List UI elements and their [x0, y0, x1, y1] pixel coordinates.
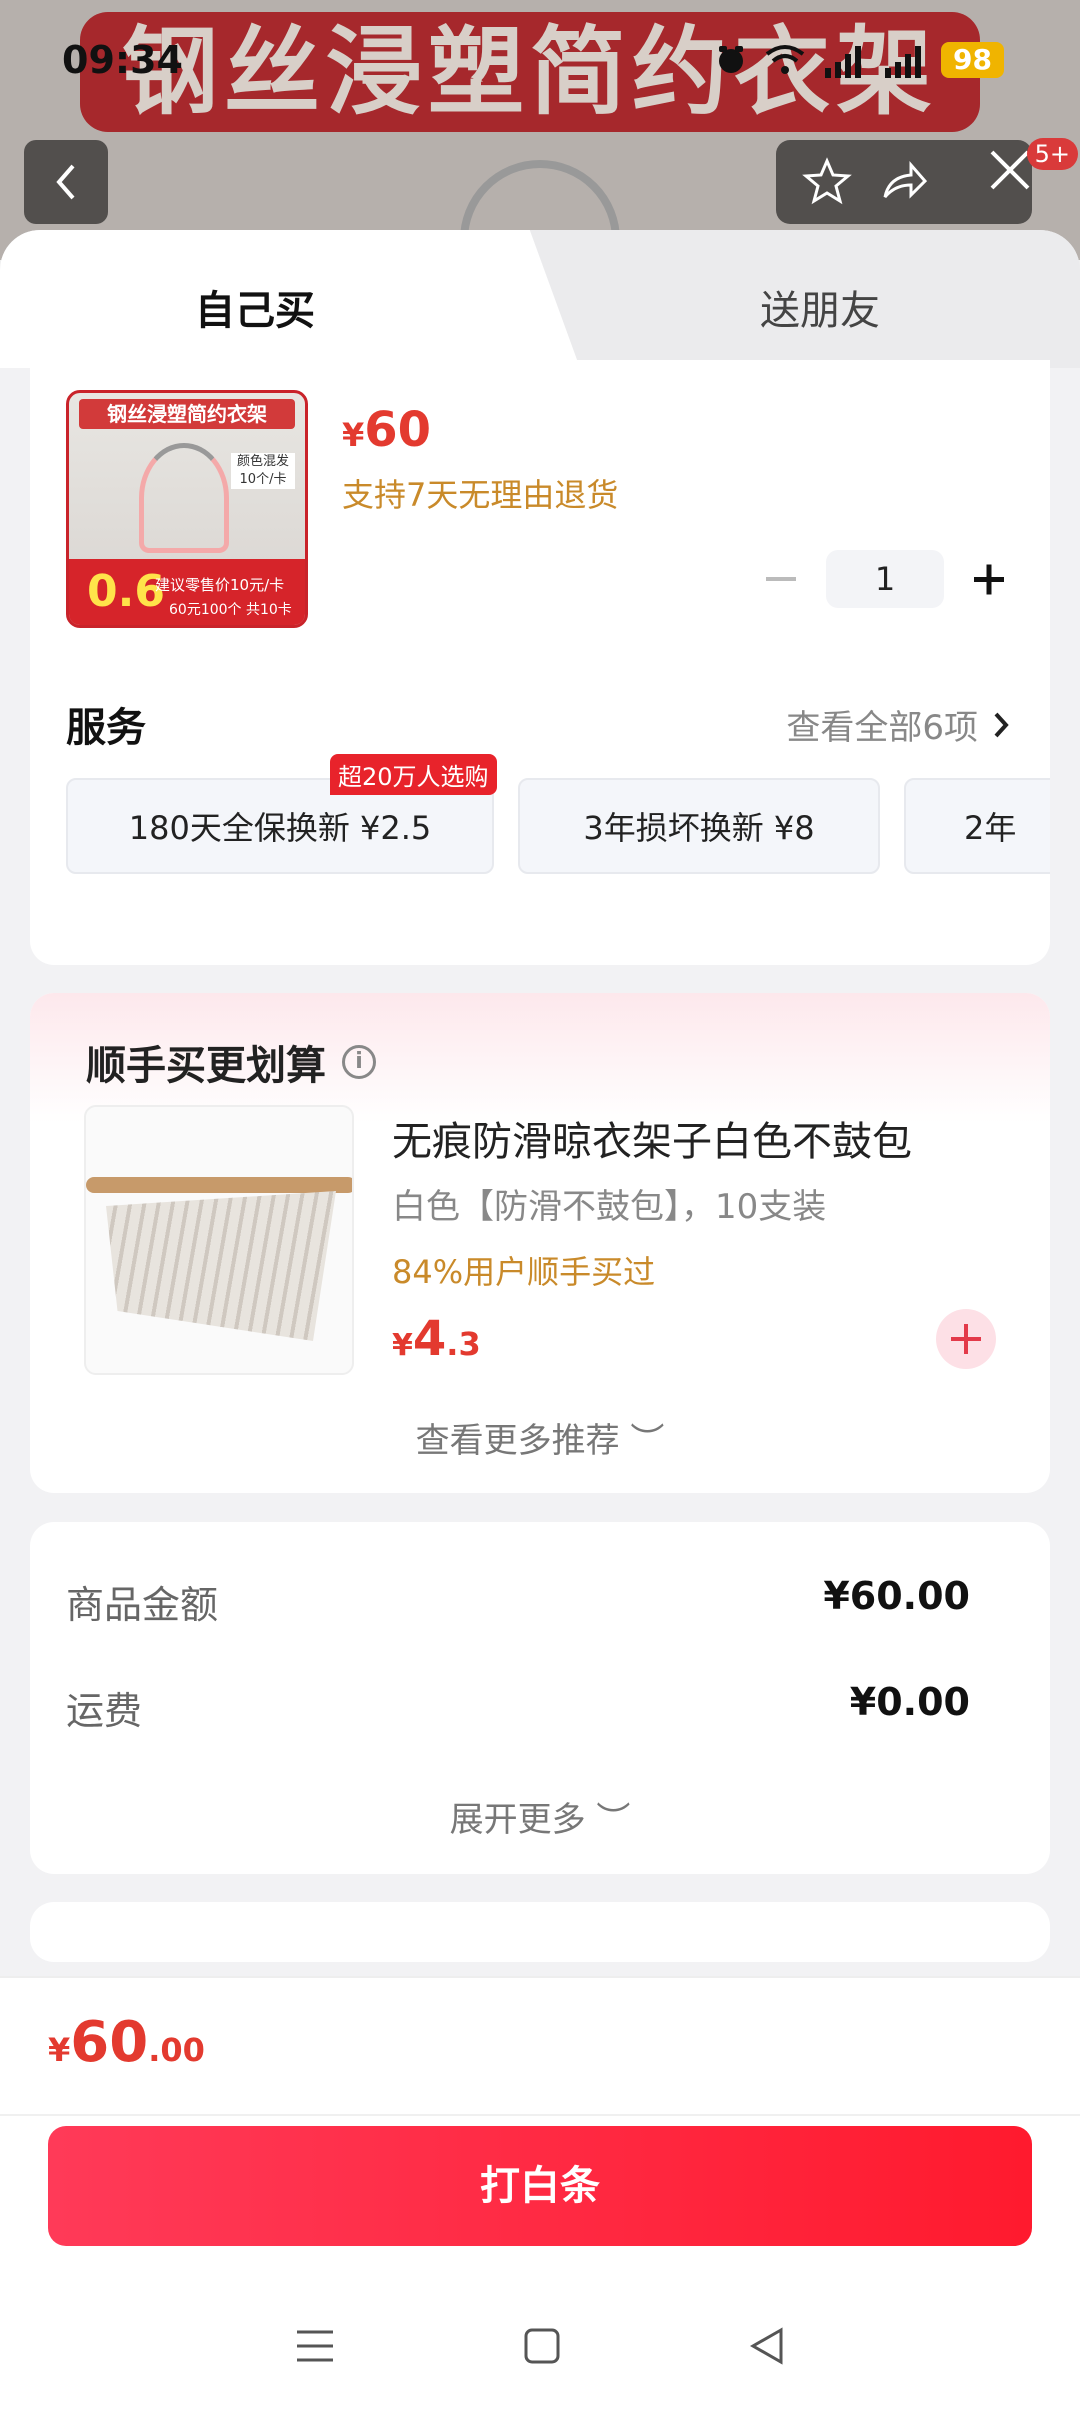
pay-installment-button[interactable]: 打白条	[48, 2126, 1032, 2246]
service-option-3year[interactable]: 3年损坏换新 ¥8	[518, 778, 880, 874]
product-thumbnail[interactable]: 钢丝浸塑简约衣架 颜色混发 10个/卡 0.6 建议零售价10元/卡 60元100…	[66, 390, 308, 628]
thumbnail-tag: 颜色混发 10个/卡	[231, 453, 295, 489]
message-count-badge: 5+	[1026, 138, 1078, 170]
status-bar: 09:34 98	[0, 0, 1080, 120]
battery-indicator: 98	[941, 42, 1004, 78]
star-icon[interactable]	[801, 157, 852, 207]
quantity-input[interactable]: 1	[826, 550, 944, 608]
more-recommendations-link[interactable]: 查看更多推荐 ︶	[30, 1413, 1050, 1462]
thumbnail-price: 0.6	[87, 566, 165, 617]
alarm-icon	[719, 46, 744, 73]
quantity-decrease-button[interactable]	[756, 554, 806, 604]
recommend-bought-rate: 84%用户顺手买过	[392, 1253, 656, 1291]
services-view-all[interactable]: 查看全部6项	[786, 700, 1010, 749]
system-nav-bar	[0, 2278, 1080, 2412]
shipping-value: ¥0.00	[849, 1680, 970, 1724]
goods-amount-label: 商品金额	[66, 1583, 219, 1627]
goods-amount-value: ¥60.00	[823, 1574, 970, 1618]
thumbnail-note: 建议零售价10元/卡	[155, 576, 285, 594]
info-icon[interactable]: i	[342, 1045, 376, 1079]
checkout-bar: ¥60.00 打白条	[0, 1976, 1080, 2412]
shipping-label: 运费	[66, 1689, 143, 1733]
tab-gift-friend[interactable]: 送朋友	[760, 278, 880, 336]
hanger-graphic	[139, 443, 229, 553]
add-recommend-button[interactable]	[936, 1309, 996, 1369]
total-price: ¥60.00	[48, 2010, 205, 2075]
tab-buy-self[interactable]: 自己买	[195, 278, 315, 336]
recommend-title: 顺手买更划算 i	[86, 1033, 376, 1091]
service-option-2year[interactable]: 2年	[904, 778, 1050, 874]
divider	[0, 2114, 1080, 2116]
quantity-increase-button[interactable]	[964, 554, 1014, 604]
share-icon[interactable]	[879, 157, 929, 207]
recommend-product-image[interactable]	[84, 1105, 354, 1375]
service-hot-badge: 超20万人选购	[330, 754, 497, 795]
next-card-peek	[30, 1902, 1050, 1962]
thumbnail-note-2: 60元100个 共10卡	[169, 602, 292, 618]
return-policy: 支持7天无理由退货	[342, 476, 619, 514]
shipping-row: 运费 ¥0.00	[66, 1680, 970, 1735]
quantity-stepper: 1	[756, 550, 1014, 608]
recommend-card: 顺手买更划算 i 无痕防滑晾衣架子白色不鼓包 白色【防滑不鼓包】，10支装 84…	[30, 993, 1050, 1493]
thumbnail-title: 钢丝浸塑简约衣架	[79, 399, 295, 429]
back-button[interactable]	[24, 140, 108, 224]
hangers-graphic	[106, 1191, 336, 1341]
menu-icon[interactable]	[293, 2326, 337, 2366]
home-icon[interactable]	[522, 2326, 562, 2366]
chevron-left-icon	[56, 164, 75, 200]
order-summary-card: 商品金额 ¥60.00 运费 ¥0.00 展开更多 ︶	[30, 1522, 1050, 1874]
status-time: 09:34	[62, 38, 183, 82]
signal-5g-icon	[825, 46, 862, 78]
service-options: 180天全保换新 ¥2.5 3年损坏换新 ¥8 2年	[66, 778, 1050, 878]
recommend-product-name[interactable]: 无痕防滑晾衣架子白色不鼓包	[392, 1109, 912, 1167]
rod-graphic	[86, 1177, 352, 1193]
chevron-right-icon	[994, 712, 1009, 737]
recommend-price: ¥4.3	[392, 1311, 481, 1367]
product-price: ¥60	[342, 402, 432, 458]
back-nav-icon[interactable]	[747, 2326, 787, 2366]
status-icons: 98	[713, 42, 1004, 78]
signal-5g-icon-2	[885, 46, 922, 78]
purchase-mode-tabs: 自己买 送朋友	[0, 230, 1080, 368]
recommend-product-spec: 白色【防滑不鼓包】，10支装	[392, 1187, 827, 1227]
services-view-all-label: 查看全部6项	[786, 708, 978, 748]
recommend-title-label: 顺手买更划算	[86, 1043, 326, 1089]
goods-amount-row: 商品金额 ¥60.00	[66, 1574, 970, 1629]
product-card: 钢丝浸塑简约衣架 颜色混发 10个/卡 0.6 建议零售价10元/卡 60元100…	[30, 360, 1050, 965]
expand-more-link[interactable]: 展开更多 ︶	[30, 1792, 1050, 1841]
minus-icon	[766, 577, 796, 581]
services-title: 服务	[66, 705, 146, 751]
wifi-icon	[765, 45, 805, 74]
